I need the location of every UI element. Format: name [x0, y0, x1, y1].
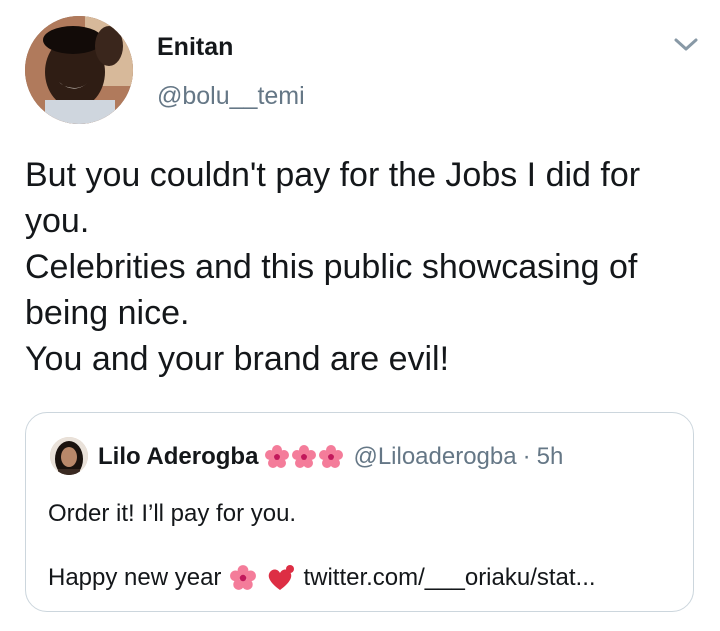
hibiscus-icon	[319, 445, 344, 468]
hibiscus-icon	[265, 445, 290, 468]
tweet-text-line: You and your brand are evil!	[25, 340, 450, 378]
profile-photo	[25, 16, 133, 124]
quoted-tweet-timestamp[interactable]: 5h	[537, 443, 564, 471]
hibiscus-icon	[230, 565, 257, 590]
quoted-link[interactable]: twitter.com/___oriaku/stat...	[303, 560, 595, 596]
profile-photo	[50, 437, 88, 475]
quoted-text-line: Happy new year twitter.com/___oriaku/sta…	[48, 560, 596, 596]
author-handle[interactable]: @bolu__temi	[157, 82, 305, 111]
tweet-text-line: you.	[25, 202, 90, 240]
quoted-tweet-card[interactable]: Lilo Aderogba @Liloaderogba · 5h Order i…	[25, 412, 694, 612]
quoted-tweet-header: Lilo Aderogba @Liloaderogba · 5h	[98, 441, 563, 473]
separator-dot: ·	[522, 443, 531, 470]
quoted-text-segment: Happy new year	[48, 564, 222, 591]
tweet: Enitan @bolu__temi But you couldn't pay …	[0, 0, 720, 631]
quoted-author-avatar[interactable]	[50, 437, 88, 475]
quoted-tweet-text: Order it! I’ll pay for you. Happy new ye…	[48, 496, 596, 596]
name-emojis	[264, 444, 345, 470]
quoted-author-handle[interactable]: @Liloaderogba	[353, 443, 516, 471]
chevron-down-icon[interactable]	[672, 35, 700, 55]
author-display-name[interactable]: Enitan	[157, 33, 233, 62]
quoted-text-line: Order it! I’ll pay for you.	[48, 500, 297, 527]
heart-exclamation-icon	[269, 565, 295, 590]
tweet-text-line: being nice.	[25, 294, 190, 332]
hibiscus-icon	[292, 445, 317, 468]
tweet-text: But you couldn't pay for the Jobs I did …	[25, 152, 705, 382]
tweet-text-line: But you couldn't pay for the Jobs I did …	[25, 156, 641, 194]
author-avatar[interactable]	[25, 16, 133, 124]
tweet-text-line: Celebrities and this public showcasing o…	[25, 248, 638, 286]
quoted-author-display-name[interactable]: Lilo Aderogba	[98, 443, 258, 471]
